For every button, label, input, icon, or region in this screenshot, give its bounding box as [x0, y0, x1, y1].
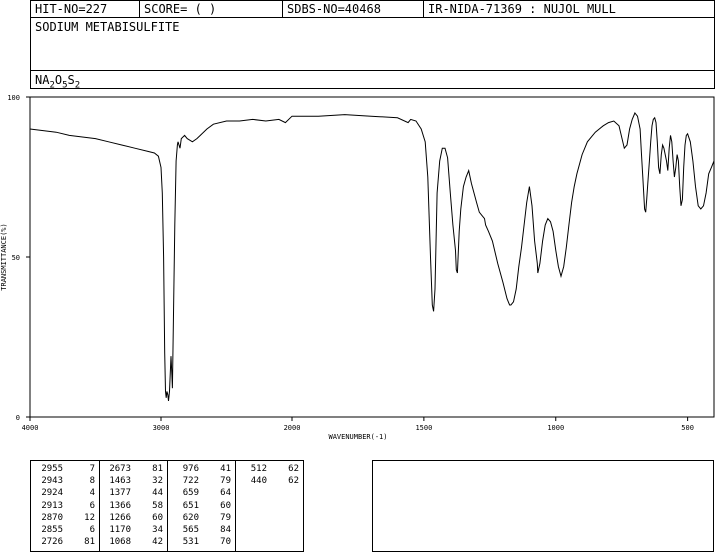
peak-transmittance: 58 — [152, 500, 163, 511]
peak-transmittance: 70 — [220, 537, 231, 548]
x-tick-label: 1000 — [547, 424, 564, 432]
peak-transmittance: 84 — [220, 524, 231, 535]
peak-row: 2955 7 — [31, 463, 99, 475]
peak-row: 531 70 — [167, 536, 235, 548]
peak-row: 722 79 — [167, 475, 235, 487]
peak-wavenumber: 976 — [182, 464, 199, 474]
peak-row: 2870 12 — [31, 512, 99, 524]
peak-transmittance: 79 — [220, 476, 231, 487]
peak-row: 440 62 — [235, 475, 303, 487]
ir-spectrum-chart: 4000 3000 2000 1500 1000 500100500 WAVENUMBER… — [0, 94, 715, 441]
peak-row: 1377 44 — [99, 487, 167, 499]
peak-row: 512 62 — [235, 463, 303, 475]
x-axis-label: WAVENUMBER(-1) — [328, 433, 387, 441]
peak-transmittance: 7 — [89, 464, 95, 474]
peak-transmittance: 32 — [152, 476, 163, 487]
peak-transmittance: 41 — [220, 464, 231, 474]
x-tick-label: 3000 — [153, 424, 170, 432]
y-axis-label: TRANSMITTANCE(%) — [0, 223, 8, 290]
peak-wavenumber: 1266 — [109, 512, 131, 523]
peak-wavenumber: 1170 — [109, 524, 131, 535]
peak-wavenumber: 2870 — [41, 512, 63, 523]
peak-transmittance: 42 — [152, 537, 163, 548]
peak-wavenumber: 512 — [250, 464, 267, 474]
peak-transmittance: 6 — [89, 524, 95, 535]
peak-transmittance: 81 — [152, 464, 163, 474]
peak-row: 659 64 — [167, 487, 235, 499]
peak-wavenumber: 1463 — [109, 476, 131, 487]
peak-row: 1068 42 — [99, 536, 167, 548]
peak-row: 565 84 — [167, 524, 235, 536]
x-tick-label: 500 — [681, 424, 694, 432]
peak-wavenumber: 2955 — [41, 464, 63, 474]
peak-row: 976 41 — [167, 463, 235, 475]
peak-wavenumber: 722 — [182, 476, 199, 487]
comment-box — [372, 460, 714, 552]
peak-row: 2924 4 — [31, 487, 99, 499]
peak-row: 1366 58 — [99, 500, 167, 512]
peak-wavenumber: 2855 — [41, 524, 63, 535]
peak-row: 651 60 — [167, 500, 235, 512]
peak-transmittance: 62 — [288, 476, 299, 487]
peak-wavenumber: 2726 — [41, 537, 63, 548]
spectrum-line — [29, 112, 715, 402]
x-tick-label: 2000 — [284, 424, 301, 432]
peak-transmittance: 62 — [288, 464, 299, 474]
peak-row: 2943 8 — [31, 475, 99, 487]
peak-wavenumber: 2924 — [41, 488, 63, 499]
peak-transmittance: 64 — [220, 488, 231, 499]
peak-wavenumber: 1068 — [109, 537, 131, 548]
x-tick-label: 4000 — [22, 424, 39, 432]
plot-frame — [29, 96, 715, 418]
peak-column: 976 41 722 79 659 64 651 60 620 79 565 84 531 70 — [167, 463, 235, 551]
peak-wavenumber: 2943 — [41, 476, 63, 487]
peak-transmittance: 60 — [220, 500, 231, 511]
peak-row: 2726 81 — [31, 536, 99, 548]
peak-column: 2955 7 2943 8 2924 4 2913 6 2870 12 2855 6 2726 81 — [31, 463, 99, 551]
peak-transmittance: 60 — [152, 512, 163, 523]
peak-transmittance: 81 — [84, 537, 95, 548]
y-tick-label: 0 — [16, 414, 20, 422]
peak-transmittance: 44 — [152, 488, 163, 499]
peak-transmittance: 12 — [84, 512, 95, 523]
peak-transmittance: 34 — [152, 524, 163, 535]
peak-row: 1463 32 — [99, 475, 167, 487]
peak-wavenumber: 440 — [250, 476, 267, 487]
peak-wavenumber: 2913 — [41, 500, 63, 511]
y-tick-label: 50 — [12, 254, 20, 262]
peak-wavenumber: 531 — [182, 537, 199, 548]
y-tick-label: 100 — [7, 94, 20, 102]
peak-row: 2855 6 — [31, 524, 99, 536]
peak-wavenumber: 1377 — [109, 488, 131, 499]
peak-row: 2673 81 — [99, 463, 167, 475]
peak-wavenumber: 651 — [182, 500, 199, 511]
peak-transmittance: 6 — [89, 500, 95, 511]
peak-wavenumber: 659 — [182, 488, 199, 499]
peak-row: 620 79 — [167, 512, 235, 524]
peak-row: 1170 34 — [99, 524, 167, 536]
peak-table: 2955 7 2943 8 2924 4 2913 6 2870 12 2855 6 2726 81 26… — [30, 460, 304, 552]
peak-wavenumber: 2673 — [109, 464, 131, 474]
peak-column: 2673 81 1463 32 1377 44 1366 58 1266 60 1170 34 1068… — [99, 463, 167, 551]
peak-wavenumber: 1366 — [109, 500, 131, 511]
peak-wavenumber: 565 — [182, 524, 199, 535]
peak-transmittance: 8 — [89, 476, 95, 487]
peak-column: 512 62 440 62 — [235, 463, 303, 551]
peak-wavenumber: 620 — [182, 512, 199, 523]
peak-row: 1266 60 — [99, 512, 167, 524]
x-tick-label: 1500 — [415, 424, 432, 432]
peak-row: 2913 6 — [31, 500, 99, 512]
peak-transmittance: 4 — [89, 488, 95, 499]
peak-transmittance: 79 — [220, 512, 231, 523]
